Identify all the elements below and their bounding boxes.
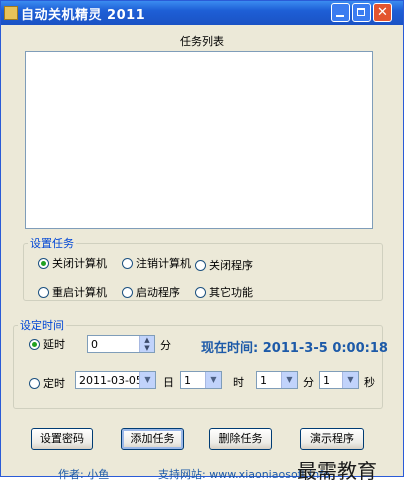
radio-delay[interactable]: 延时: [29, 336, 65, 352]
time-group-legend: 设定时间: [20, 319, 64, 332]
task-group-legend: 设置任务: [30, 237, 74, 250]
time-group: 设定时间: [13, 317, 383, 409]
minute-unit-label: 分: [303, 376, 314, 389]
radio-label: 关闭计算机: [52, 257, 107, 270]
radio-circle: [38, 257, 49, 269]
radio-restart[interactable]: 重启计算机: [38, 284, 107, 300]
radio-logoff[interactable]: 注销计算机: [122, 255, 191, 271]
app-icon: [4, 6, 18, 20]
hour-value: 1: [184, 374, 191, 387]
radio-circle: [195, 259, 206, 271]
client-area: 任务列表 设置任务 关闭计算机 注销计算机 关闭程序 重启计算机 启动程序 其它…: [13, 25, 391, 483]
watermark: 最需教育: [297, 459, 377, 483]
window-title: 自动关机精灵 2011: [21, 8, 146, 23]
radio-label: 注销计算机: [136, 257, 191, 270]
second-select[interactable]: 1 ▼: [319, 371, 359, 389]
minute-select[interactable]: 1 ▼: [256, 371, 298, 389]
radio-label: 定时: [43, 377, 65, 390]
author-label: 作者: 小鱼: [58, 468, 110, 481]
radio-other-functions[interactable]: 其它功能: [195, 284, 253, 300]
radio-circle: [122, 286, 133, 298]
radio-circle: [122, 257, 133, 269]
radio-label: 延时: [43, 338, 65, 351]
radio-schedule[interactable]: 定时: [29, 375, 65, 391]
task-list-title: 任务列表: [180, 35, 224, 48]
chevron-down-icon[interactable]: ▼: [205, 372, 221, 388]
delay-minutes-stepper[interactable]: 0 ▲ ▼: [87, 335, 155, 353]
hour-select[interactable]: 1 ▼: [180, 371, 222, 389]
current-time-label: 现在时间: 2011-3-5 0:00:18: [201, 341, 388, 356]
radio-label: 其它功能: [209, 286, 253, 299]
chevron-down-icon[interactable]: ▼: [342, 372, 358, 388]
minimize-button[interactable]: [331, 3, 350, 22]
date-picker[interactable]: 2011-03-05 ▼: [75, 371, 156, 389]
radio-shutdown[interactable]: 关闭计算机: [38, 255, 107, 271]
delay-unit-label: 分: [160, 339, 171, 352]
app-window: 自动关机精灵 2011 任务列表 设置任务 关闭计算机 注销计算机 关闭程序 重…: [0, 0, 404, 483]
radio-label: 重启计算机: [52, 286, 107, 299]
spinner-arrows-icon[interactable]: ▲ ▼: [139, 336, 154, 352]
radio-label: 关闭程序: [209, 259, 253, 272]
add-task-button[interactable]: 添加任务: [121, 428, 184, 450]
maximize-button[interactable]: [352, 3, 371, 22]
chevron-down-icon[interactable]: ▼: [139, 372, 155, 388]
radio-circle: [38, 286, 49, 298]
chevron-down-icon[interactable]: ▼: [281, 372, 297, 388]
task-listbox[interactable]: [25, 51, 373, 229]
date-value: 2011-03-05: [79, 374, 143, 387]
radio-circle: [29, 377, 40, 389]
title-bar[interactable]: 自动关机精灵 2011: [1, 1, 403, 25]
minute-value: 1: [260, 374, 267, 387]
radio-close-program[interactable]: 关闭程序: [195, 257, 253, 273]
day-unit-label: 日: [163, 376, 174, 389]
set-password-button[interactable]: 设置密码: [31, 428, 93, 450]
radio-circle: [195, 286, 206, 298]
radio-label: 启动程序: [136, 286, 180, 299]
delay-value: 0: [91, 338, 98, 351]
hour-unit-label: 时: [233, 376, 244, 389]
second-value: 1: [323, 374, 330, 387]
second-unit-label: 秒: [364, 376, 375, 389]
radio-circle: [29, 338, 40, 350]
demo-button[interactable]: 演示程序: [300, 428, 364, 450]
radio-start-program[interactable]: 启动程序: [122, 284, 180, 300]
delete-task-button[interactable]: 删除任务: [209, 428, 272, 450]
close-button[interactable]: [373, 3, 392, 22]
